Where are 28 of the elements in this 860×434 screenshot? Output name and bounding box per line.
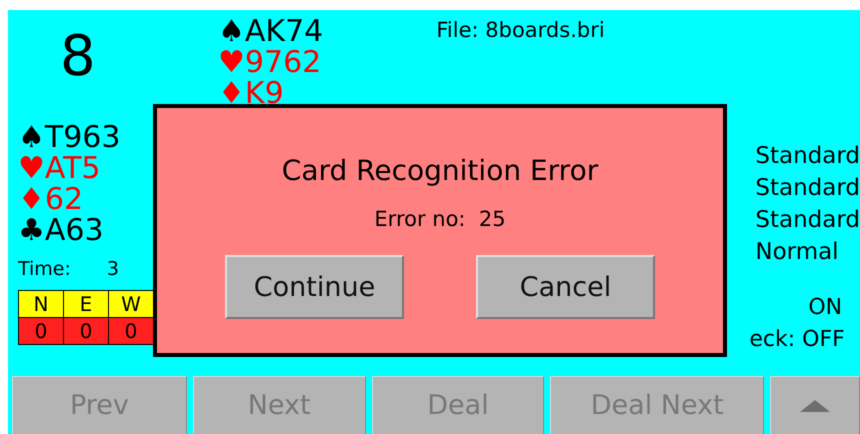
file-name: File: 8boards.bri [435,18,606,42]
up-arrow-icon [800,400,830,412]
hand-suit-line: ♥AT5 [18,153,102,184]
hand-suit-line: ♠T963 [18,122,122,153]
switch-value: eck: OFF [748,326,846,354]
score-header-cell: N [19,291,64,318]
hand-suit-line: ♠AK74 [218,16,324,47]
dialog-button[interactable]: Continue [225,255,404,319]
hand-suit-line: ♦62 [18,184,84,215]
time-label: Time: [18,258,71,282]
score-header-cell: W [109,291,154,318]
score-cell: 0 [19,318,64,344]
dialog-button[interactable]: Cancel [476,255,655,319]
error-message: Error no: 25 [374,207,506,231]
score-header-cell: E [64,291,109,318]
hand-suit-line: ♥9762 [218,47,322,78]
score-cell: 0 [64,318,109,344]
hand-suit-line: ♣A63 [18,215,105,246]
setting-value: Normal [755,238,840,267]
setting-value: Standard [755,142,860,171]
score-cell: 0 [109,318,154,344]
hand-suit-line: ♦K9 [218,78,285,109]
setting-value: Standard [755,206,860,235]
board-number: 8 [59,23,97,91]
dialog-title: Card Recognition Error [282,154,598,187]
time-value: 3 [106,258,119,282]
setting-value: Standard [755,174,860,203]
switch-value: ON [807,294,844,322]
